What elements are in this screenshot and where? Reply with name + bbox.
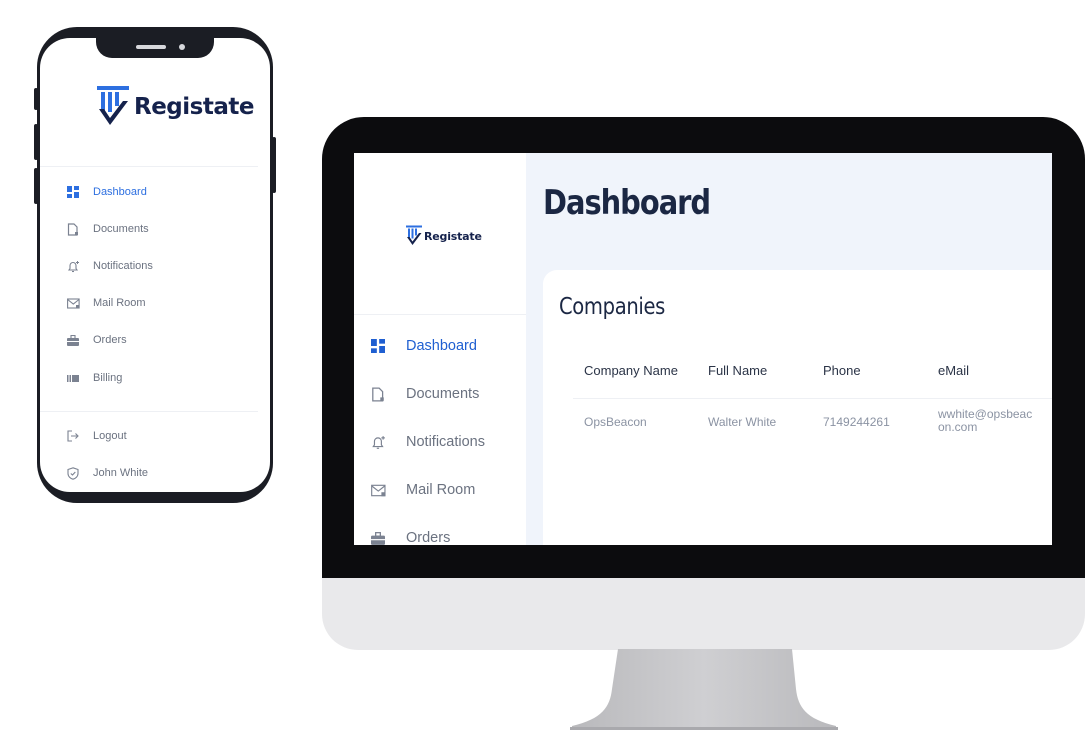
nav-label: Dashboard	[93, 186, 147, 198]
phone-nav-notifications[interactable]: Notifications	[40, 256, 153, 276]
desktop-nav-mail-room[interactable]: Mail Room	[354, 478, 475, 502]
divider	[573, 398, 1052, 399]
desktop-sidebar: Registate Dashboard Documents Notificati…	[354, 153, 526, 545]
desktop-screen: Registate Dashboard Documents Notificati…	[354, 153, 1052, 545]
mail-icon	[370, 482, 386, 498]
phone-camera	[179, 44, 185, 50]
phone-side-button	[34, 124, 38, 160]
brand-name: Registate	[134, 94, 254, 120]
briefcase-icon	[370, 530, 386, 545]
nav-label: Documents	[406, 386, 480, 402]
phone-brand-logo[interactable]: Registate	[96, 84, 254, 130]
phone-side-button	[272, 137, 276, 193]
nav-label: Notifications	[93, 260, 153, 272]
column-header[interactable]: Phone	[823, 363, 861, 378]
phone-nav-mail-room[interactable]: Mail Room	[40, 293, 146, 313]
phone-app: Registate Dashboard Documents Notificati…	[40, 38, 270, 492]
table-cell: 7149244261	[823, 415, 890, 429]
bell-icon	[66, 259, 80, 273]
phone-side-button	[34, 88, 38, 110]
nav-label: Notifications	[406, 434, 485, 450]
nav-label: Mail Room	[93, 297, 146, 309]
desktop-brand-logo[interactable]: Registate	[405, 225, 482, 247]
desktop-nav-documents[interactable]: Documents	[354, 382, 479, 406]
phone-side-button	[34, 168, 38, 204]
nav-label: Orders	[406, 530, 451, 545]
nav-label: Documents	[93, 223, 149, 235]
divider	[40, 411, 258, 412]
divider	[40, 166, 258, 167]
mail-icon	[66, 296, 80, 310]
phone-nav-billing[interactable]: Billing	[40, 368, 122, 388]
bell-icon	[370, 434, 386, 450]
page-title: Dashboard	[543, 183, 711, 223]
column-header[interactable]: Company Name	[584, 363, 678, 378]
phone-user-profile[interactable]: John White	[40, 463, 148, 483]
document-icon	[370, 386, 386, 402]
table-cell: wwhite@opsbeacon.com	[938, 407, 1033, 434]
desktop-nav-orders[interactable]: Orders	[354, 526, 450, 545]
nav-label: Orders	[93, 334, 127, 346]
registate-logo-icon	[97, 86, 129, 125]
phone-speaker	[136, 45, 166, 49]
document-icon	[66, 222, 80, 236]
desktop-nav-dashboard[interactable]: Dashboard	[354, 334, 477, 358]
registate-logo-icon	[406, 225, 422, 245]
dashboard-icon	[66, 185, 80, 199]
phone-notch	[96, 28, 214, 58]
nav-label: Mail Room	[406, 482, 476, 498]
monitor-stand	[570, 649, 838, 730]
phone-nav-orders[interactable]: Orders	[40, 330, 127, 350]
nav-label: John White	[93, 467, 149, 479]
brand-name: Registate	[424, 229, 482, 243]
phone-nav-dashboard[interactable]: Dashboard	[40, 182, 147, 202]
companies-card: Companies Company Name Full Name Phone e…	[543, 270, 1052, 545]
nav-label: Logout	[93, 430, 127, 442]
desktop-nav-notifications[interactable]: Notifications	[354, 430, 485, 454]
billing-icon	[66, 371, 80, 385]
table-cell: OpsBeacon	[584, 415, 647, 429]
column-header[interactable]: eMail	[938, 363, 969, 378]
logout-icon	[66, 429, 80, 443]
dashboard-icon	[370, 338, 386, 354]
monitor-chin	[322, 578, 1085, 650]
divider	[354, 314, 526, 315]
table-cell: Walter White	[708, 415, 777, 429]
nav-label: Billing	[93, 372, 123, 384]
shield-check-icon	[66, 466, 80, 480]
briefcase-icon	[66, 333, 80, 347]
phone-logout-button[interactable]: Logout	[40, 426, 127, 446]
phone-nav-documents[interactable]: Documents	[40, 219, 149, 239]
nav-label: Dashboard	[406, 338, 477, 354]
column-header[interactable]: Full Name	[708, 363, 767, 378]
card-title: Companies	[559, 294, 666, 320]
